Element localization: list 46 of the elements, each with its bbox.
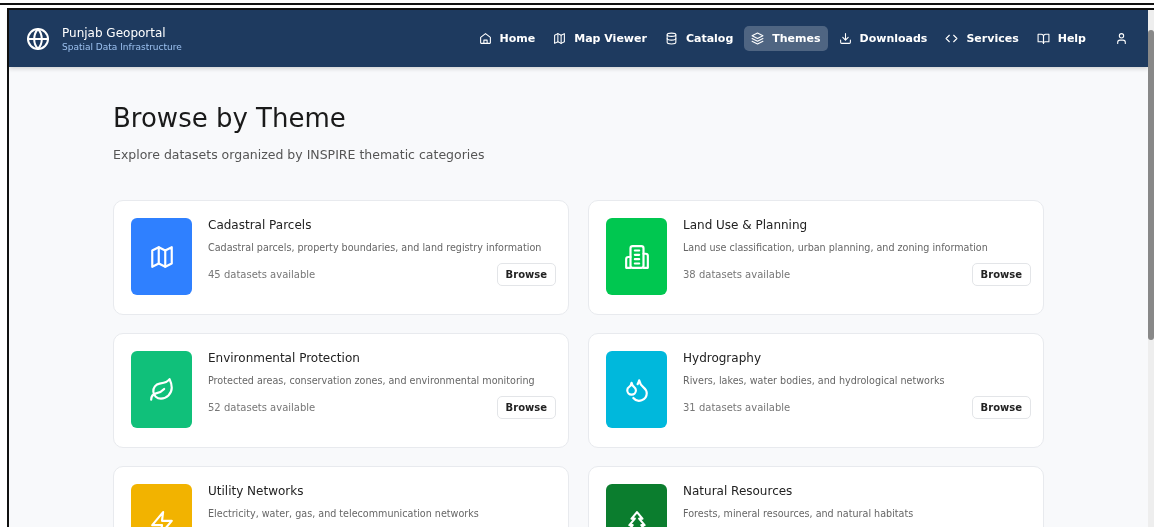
page-subtitle: Explore datasets organized by INSPIRE thematic categories: [113, 147, 486, 162]
app-subtitle: Spatial Data Infrastructure: [62, 41, 182, 52]
theme-title: Environmental Protection: [208, 351, 361, 365]
nav-link[interactable]: Home: [471, 26, 543, 51]
nav-link[interactable]: Map Viewer: [546, 26, 654, 51]
browse-button[interactable]: Browse: [971, 263, 1031, 286]
dataset-count: 38 datasets available: [683, 269, 791, 280]
nav-link[interactable]: Catalog: [657, 26, 741, 51]
browse-button[interactable]: Browse: [496, 263, 556, 286]
dataset-count: 52 datasets available: [208, 402, 316, 413]
scrollbar-thumb[interactable]: [1148, 30, 1154, 340]
droplets-icon: [623, 376, 650, 403]
dataset-count: 45 datasets available: [208, 269, 316, 280]
download-icon: [838, 32, 852, 45]
theme-title: Utility Networks: [208, 484, 305, 498]
globe-icon: [26, 26, 50, 51]
nav-link[interactable]: Services: [938, 26, 1026, 51]
user-icon: [1115, 32, 1128, 45]
open-book-icon: [1036, 32, 1050, 45]
theme-title: Hydrography: [683, 351, 762, 365]
theme-description: Cadastral parcels, property boundaries, and land registry information: [208, 242, 543, 253]
leaf-icon: [148, 376, 175, 403]
building-icon: [623, 243, 650, 270]
code-icon: [945, 32, 959, 45]
layers-icon: [751, 32, 765, 45]
browse-button[interactable]: Browse: [496, 396, 556, 419]
lightning-icon: [148, 509, 175, 527]
nav-link[interactable]: Help: [1029, 26, 1093, 51]
theme-title: Land Use & Planning: [683, 218, 809, 232]
theme-description: Land use classification, urban planning, and zoning information: [683, 242, 989, 253]
database-icon: [664, 32, 678, 45]
theme-title: Cadastral Parcels: [208, 218, 313, 232]
theme-description: Protected areas, conservation zones, and environmental monitoring: [208, 375, 536, 386]
browse-button[interactable]: Browse: [971, 396, 1031, 419]
theme-title: Natural Resources: [683, 484, 794, 498]
nav-link[interactable]: Themes: [744, 26, 828, 51]
nav-link[interactable]: Downloads: [831, 26, 935, 51]
theme-description: Forests, mineral resources, and natural habitats: [683, 508, 915, 519]
app-title: Punjab Geoportal: [62, 25, 167, 40]
page-title: Browse by Theme: [113, 103, 347, 133]
theme-description: Rivers, lakes, water bodies, and hydrological networks: [683, 375, 946, 386]
map-icon: [553, 32, 567, 45]
dataset-count: 31 datasets available: [683, 402, 791, 413]
home-icon: [478, 32, 492, 45]
map-icon: [148, 243, 175, 270]
theme-description: Electricity, water, gas, and telecommunication networks: [208, 508, 480, 519]
